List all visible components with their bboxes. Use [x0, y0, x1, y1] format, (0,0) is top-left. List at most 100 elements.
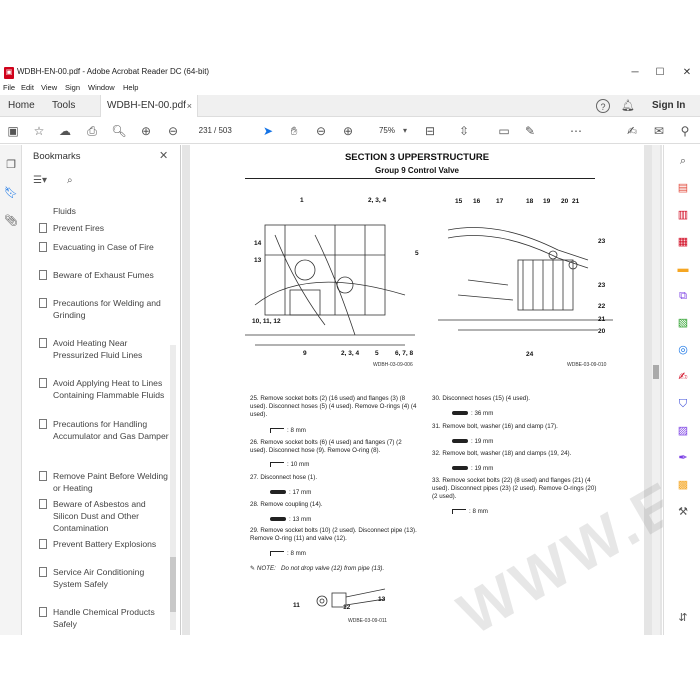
callout-fig2-6: 20	[561, 198, 569, 205]
zoom-level-input[interactable]: 75%	[371, 124, 395, 138]
bookmark-icon[interactable]: 🔖︎	[3, 185, 19, 201]
tool-size-label: : 10 mm	[287, 461, 310, 468]
tab-home[interactable]: Home	[2, 95, 41, 117]
request-signature-icon[interactable]: ▨	[675, 423, 691, 439]
scroll-mode-icon[interactable]: ⇳	[456, 123, 472, 139]
protect-shield-icon[interactable]: ⛉	[675, 396, 691, 412]
bookmark-item[interactable]: Evacuating in Case of Fire	[39, 241, 171, 253]
bell-icon[interactable]: 🔔︎	[621, 99, 635, 113]
bookmarks-scrollbar[interactable]	[170, 345, 176, 630]
tab-bar: Home Tools WDBH-EN-00.pdf × ? 🔔︎ Sign In	[0, 95, 700, 117]
search-tool-icon[interactable]: ⌕	[675, 153, 691, 169]
organize-pages-icon[interactable]: ▧	[675, 315, 691, 331]
page-thumbnails-icon[interactable]: ❐	[3, 157, 19, 173]
page-number-input[interactable]: 231	[190, 124, 212, 138]
menu-help[interactable]: Help	[123, 83, 138, 92]
scan-ocr-icon[interactable]: ◎	[675, 342, 691, 358]
title-bar: ▣ WDBH-EN-00.pdf - Adobe Acrobat Reader …	[0, 65, 700, 81]
star-icon[interactable]: ☆	[31, 123, 47, 139]
print-icon[interactable]: ⎙	[84, 123, 100, 139]
menu-edit[interactable]: Edit	[21, 83, 34, 92]
bookmark-item[interactable]: Service Air Conditioning System Safely	[39, 566, 171, 590]
bookmark-page-icon	[39, 607, 47, 617]
callout-fig2-2: 16	[473, 198, 481, 205]
select-cursor-icon[interactable]: ➤	[260, 123, 276, 139]
email-icon[interactable]: ✉	[651, 123, 667, 139]
menu-view[interactable]: View	[41, 83, 57, 92]
edit-pdf-icon[interactable]: ▦	[675, 234, 691, 250]
prev-page-icon[interactable]: ⊕	[138, 123, 154, 139]
maximize-button[interactable]: ☐	[649, 65, 671, 81]
help-icon[interactable]: ?	[596, 99, 610, 113]
zoom-dropdown-chevron-icon[interactable]: ▾	[397, 123, 413, 139]
figure-2-control-valve-diagram	[438, 227, 613, 331]
tab-document[interactable]: WDBH-EN-00.pdf ×	[100, 95, 198, 117]
hex-key-icon	[452, 508, 466, 514]
callout-fig2-7: 21	[572, 198, 580, 205]
save-icon[interactable]: ▣	[5, 123, 21, 139]
callout-fig1-2: 2, 3, 4	[368, 197, 387, 204]
bookmark-search-icon[interactable]: ⌕	[67, 175, 73, 186]
menu-window[interactable]: Window	[88, 83, 115, 92]
comment-icon[interactable]: ▭	[496, 123, 512, 139]
bookmark-item[interactable]: Handle Chemical Products Safely	[39, 606, 171, 630]
bookmark-page-icon	[39, 242, 47, 252]
bookmark-item[interactable]: Precautions for Welding and Grinding	[39, 297, 171, 321]
next-page-icon[interactable]: ⊖	[165, 123, 181, 139]
cloud-upload-icon[interactable]: ☁	[57, 123, 73, 139]
bookmark-page-icon	[39, 270, 47, 280]
bookmark-item[interactable]: Precautions for Handling Accumulator and…	[39, 418, 171, 442]
bookmark-label: Fluids	[53, 206, 76, 216]
bookmark-item[interactable]: Prevent Fires	[39, 222, 171, 234]
tab-close-icon[interactable]: ×	[187, 95, 192, 117]
bookmark-label: Beware of Asbestos and Silicon Dust and …	[53, 499, 146, 533]
tool-size-label: : 19 mm	[471, 438, 494, 445]
callout-fig3-2: 12	[343, 604, 351, 611]
tool-size: : 19 mm	[452, 465, 493, 472]
redact-pen-icon[interactable]: ✒	[675, 450, 691, 466]
tab-tools[interactable]: Tools	[46, 95, 81, 117]
bookmark-item[interactable]: Prevent Battery Explosions	[39, 538, 171, 550]
tool-size: : 13 mm	[270, 516, 311, 523]
menu-file[interactable]: File	[3, 83, 15, 92]
tool-size-label: : 13 mm	[289, 516, 312, 523]
bookmark-item[interactable]: Avoid Applying Heat to Lines Containing …	[39, 377, 171, 401]
combine-files-icon[interactable]: ⧉	[675, 288, 691, 304]
document-scroll-thumb[interactable]	[653, 365, 659, 379]
tab-document-label: WDBH-EN-00.pdf	[107, 100, 186, 111]
bookmark-item[interactable]: Beware of Asbestos and Silicon Dust and …	[39, 498, 171, 534]
bookmark-item[interactable]: Fluids	[53, 205, 171, 217]
sign-in-button[interactable]: Sign In	[646, 95, 691, 117]
export-pdf-icon[interactable]: ▥	[675, 207, 691, 223]
zoom-out-icon[interactable]: ⊖	[313, 123, 329, 139]
document-scrollbar[interactable]	[652, 145, 660, 635]
zoom-search-icon[interactable]: 🔍︎	[111, 123, 127, 139]
bookmark-item[interactable]: Remove Paint Before Welding or Heating	[39, 470, 171, 494]
menu-sign[interactable]: Sign	[65, 83, 80, 92]
bookmark-options-icon[interactable]: ☰▾	[33, 175, 47, 186]
bookmark-page-icon	[39, 223, 47, 233]
search-user-icon[interactable]: ⚲	[677, 123, 693, 139]
comment-tool-icon[interactable]: ▬	[675, 261, 691, 277]
send-for-review-icon[interactable]: ▩	[675, 477, 691, 493]
bookmarks-toolbar: ☰▾ ⌕	[33, 175, 183, 193]
fill-sign-tool-icon[interactable]: ✍︎	[675, 369, 691, 385]
more-tools-wrench-icon[interactable]: ⚒	[675, 504, 691, 520]
fit-page-icon[interactable]: ⊟	[422, 123, 438, 139]
attachment-icon[interactable]: 📎︎	[3, 213, 19, 229]
create-pdf-icon[interactable]: ▤	[675, 180, 691, 196]
bookmark-item[interactable]: Avoid Heating Near Pressurized Fluid Lin…	[39, 337, 171, 361]
bookmark-item[interactable]: Beware of Exhaust Fumes	[39, 269, 171, 281]
highlight-pen-icon[interactable]: ✎	[522, 123, 538, 139]
main-toolbar: ▣ ☆ ☁ ⎙ 🔍︎ ⊕ ⊖ 231 / 503 ➤ ✋︎ ⊖ ⊕ 75% ▾ …	[0, 118, 700, 144]
bookmarks-close-icon[interactable]: ✕	[159, 149, 168, 162]
fill-sign-icon[interactable]: ✍︎	[624, 123, 640, 139]
expand-panel-icon[interactable]: ⇵	[675, 610, 691, 626]
minimize-button[interactable]: ─	[624, 65, 646, 81]
more-tools-icon[interactable]: ⋯	[568, 123, 584, 139]
zoom-in-icon[interactable]: ⊕	[340, 123, 356, 139]
bookmarks-scroll-thumb[interactable]	[170, 557, 176, 612]
hand-tool-icon[interactable]: ✋︎	[286, 123, 302, 139]
bookmark-page-icon	[39, 378, 47, 388]
close-window-button[interactable]: ✕	[676, 65, 698, 81]
